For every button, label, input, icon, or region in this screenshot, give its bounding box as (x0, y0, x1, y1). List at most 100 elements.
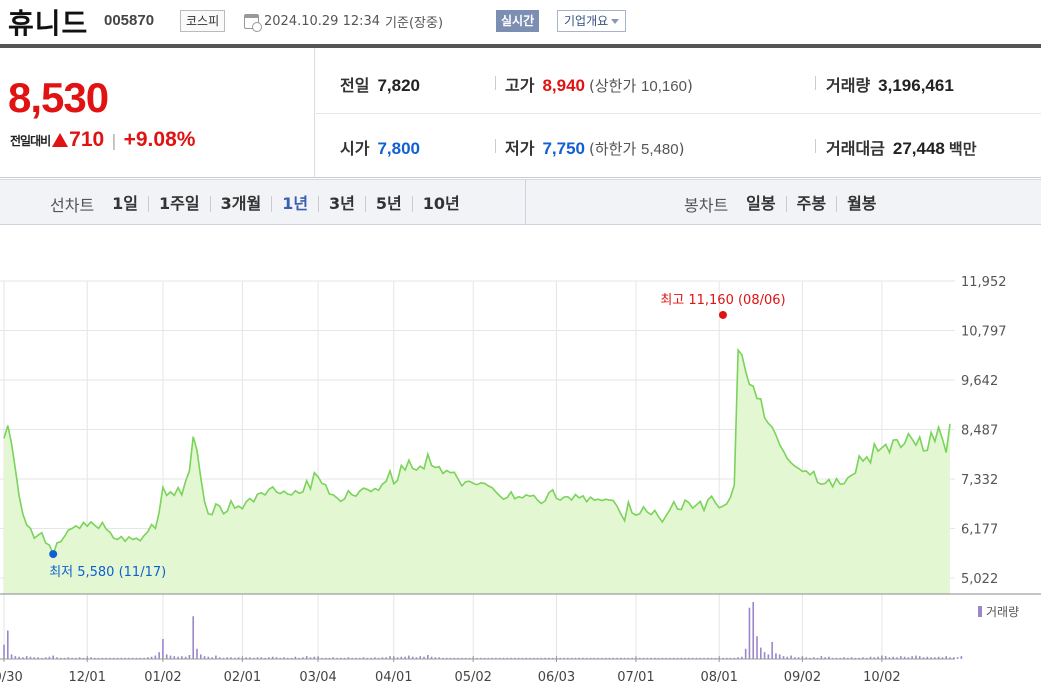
stat-prev-close: 전일 7,820 (340, 72, 420, 96)
volume-bar (752, 602, 755, 659)
volume-bar (192, 616, 194, 659)
volume-bar (915, 655, 917, 659)
stat-volume: 거래량 3,196,461 (826, 72, 954, 96)
upper-limit-label: 상한가 (594, 77, 637, 95)
chart-period-nav: 선차트 1일 1주일 3개월 1년 3년 5년 10년 봉차트 일봉 주봉 월봉 (0, 179, 1041, 225)
volume-bar (199, 654, 202, 659)
volume-bar (756, 636, 758, 659)
volume-bar (960, 656, 963, 659)
volume-bar (778, 654, 781, 659)
volume-bar (767, 654, 770, 659)
line-chart-title: 선차트 (50, 196, 95, 215)
prev-close-label: 전일 (340, 76, 370, 95)
volume-bar (748, 607, 751, 659)
candle-chart-group: 봉차트 일봉 주봉 월봉 (684, 192, 887, 216)
datetime-wrap: 2024.10.29 12:34 기준(장중) (244, 12, 443, 32)
stat-divider (815, 76, 816, 90)
volume-bar (775, 653, 777, 659)
low-annotation: 최저 5,580 (11/17) (49, 565, 166, 580)
x-tick-label: 03/04 (299, 670, 336, 682)
period-1y[interactable]: 1년 (271, 196, 318, 212)
amount-label: 거래대금 (826, 139, 885, 158)
x-tick-label: 08/01 (700, 670, 737, 682)
volume-bar (154, 655, 157, 659)
change-value: 710 (69, 128, 105, 151)
x-tick-label: 05/02 (454, 670, 491, 682)
volume-bar (165, 654, 168, 659)
volume-legend-swatch (978, 606, 982, 617)
y-tick-label: 11,952 (961, 275, 1007, 290)
stat-amount: 거래대금 27,448 백만 (826, 135, 977, 159)
open-label: 시가 (340, 139, 370, 158)
low-value: 7,750 (542, 139, 585, 158)
candle-chart-title: 봉차트 (684, 196, 729, 215)
stock-name: 휴니드 (8, 7, 89, 40)
realtime-button[interactable]: 실시간 (496, 10, 540, 32)
company-overview-label: 기업개요 (564, 14, 609, 28)
amount-unit: 백만 (948, 140, 977, 158)
company-overview-button[interactable]: 기업개요 (557, 10, 627, 32)
stat-divider (815, 139, 816, 153)
chevron-down-icon (611, 19, 620, 24)
volume-bar (196, 648, 198, 659)
stock-header: 휴니드 005870 코스피 2024.10.29 12:34 기준(장중) 실… (0, 0, 1041, 44)
period-1d[interactable]: 1일 (112, 196, 148, 212)
volume-label: 거래량 (826, 76, 871, 95)
high-label: 고가 (505, 76, 535, 95)
volume-bar (760, 647, 762, 659)
volume-bar (956, 657, 959, 659)
prev-close-value: 7,820 (377, 76, 420, 95)
change-rate: +9.08% (123, 128, 196, 151)
x-axis-labels: 10/30 12/01 01/02 02/01 03/04 04/01 05/02 06/03… (0, 656, 901, 685)
low-marker (49, 550, 58, 559)
lower-limit-label: 하한가 (594, 140, 637, 158)
lower-limit-value: 5,480 (641, 141, 679, 158)
x-tick-label: 02/01 (224, 670, 261, 682)
volume-bar (215, 655, 217, 659)
x-tick-label: 04/01 (375, 670, 412, 682)
y-tick-label: 10,797 (961, 325, 1007, 340)
y-axis-labels: 11,952 10,797 9,642 8,487 7,332 6,177 5,022 (961, 275, 1007, 587)
high-annotation: 최고 11,160 (08/06) (660, 293, 785, 308)
x-tick-label: 10/30 (0, 670, 23, 682)
period-3y[interactable]: 3년 (318, 196, 365, 212)
period-3m[interactable]: 3개월 (209, 196, 272, 212)
volume-bar (188, 655, 191, 659)
x-tick-label: 07/01 (617, 670, 654, 682)
price-chart: 11,952 10,797 9,642 8,487 7,332 6,177 5,022 10… (0, 226, 1041, 685)
amount-value: 27,448 (892, 139, 945, 158)
volume-legend-label: 거래량 (986, 605, 1019, 619)
period-5y[interactable]: 5년 (364, 196, 412, 212)
volume-bar (790, 655, 792, 659)
period-10y[interactable]: 10년 (411, 196, 470, 212)
candle-daily[interactable]: 일봉 (746, 196, 785, 212)
volume-bar (158, 652, 160, 659)
candle-monthly[interactable]: 월봉 (836, 196, 886, 212)
y-tick-label: 9,642 (961, 374, 998, 389)
x-tick-label: 09/02 (784, 670, 821, 682)
stock-code: 005870 (104, 12, 155, 29)
calendar-icon (244, 14, 262, 32)
y-tick-label: 6,177 (961, 523, 998, 538)
volume-bar (10, 654, 13, 659)
candle-weekly[interactable]: 주봉 (785, 196, 836, 212)
period-1w[interactable]: 1주일 (148, 196, 210, 212)
price-chart-svg: 11,952 10,797 9,642 8,487 7,332 6,177 5,022 10… (0, 275, 1041, 685)
volume-bar (6, 630, 9, 659)
x-tick-label: 10/02 (863, 670, 900, 682)
x-tick-label: 06/03 (538, 670, 575, 682)
stat-divider (495, 139, 496, 153)
x-tick-label: 12/01 (69, 670, 106, 682)
high-marker (718, 310, 727, 319)
stat-open: 시가 7,800 (340, 135, 420, 159)
quote-panel: 8,530 전일대비 710 | +9.08% 전일 7,820 고가 8,94… (0, 48, 1041, 178)
stat-low: 저가 7,750 (하한가 5,480) (505, 135, 684, 159)
volume-bar (744, 648, 747, 659)
open-value: 7,800 (377, 139, 420, 158)
y-tick-label: 7,332 (961, 473, 998, 488)
quote-row-divider (316, 113, 1041, 114)
y-tick-label: 8,487 (961, 424, 998, 439)
high-value: 8,940 (542, 76, 585, 95)
volume-bar (427, 655, 429, 659)
triangle-up-icon (52, 133, 69, 147)
